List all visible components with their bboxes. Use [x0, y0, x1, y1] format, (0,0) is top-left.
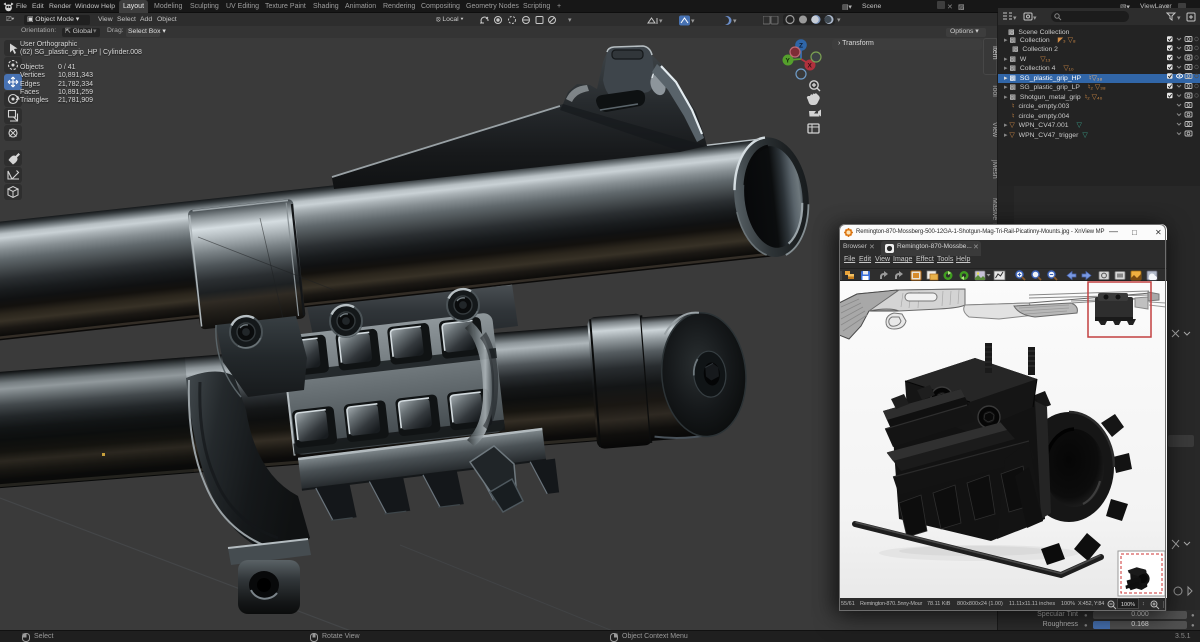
svg-text:▾: ▾ [733, 18, 737, 25]
svg-text:X: X [808, 63, 813, 70]
svg-text:▾: ▾ [659, 18, 663, 25]
svg-text:Z: Z [799, 43, 803, 50]
svg-text:Y: Y [786, 58, 791, 65]
svg-text:▾: ▾ [1013, 15, 1017, 22]
svg-text:▾: ▾ [1177, 15, 1181, 22]
svg-text:▾: ▾ [1033, 15, 1037, 22]
svg-text:▾: ▾ [837, 17, 841, 24]
svg-text:▾: ▾ [691, 18, 695, 25]
